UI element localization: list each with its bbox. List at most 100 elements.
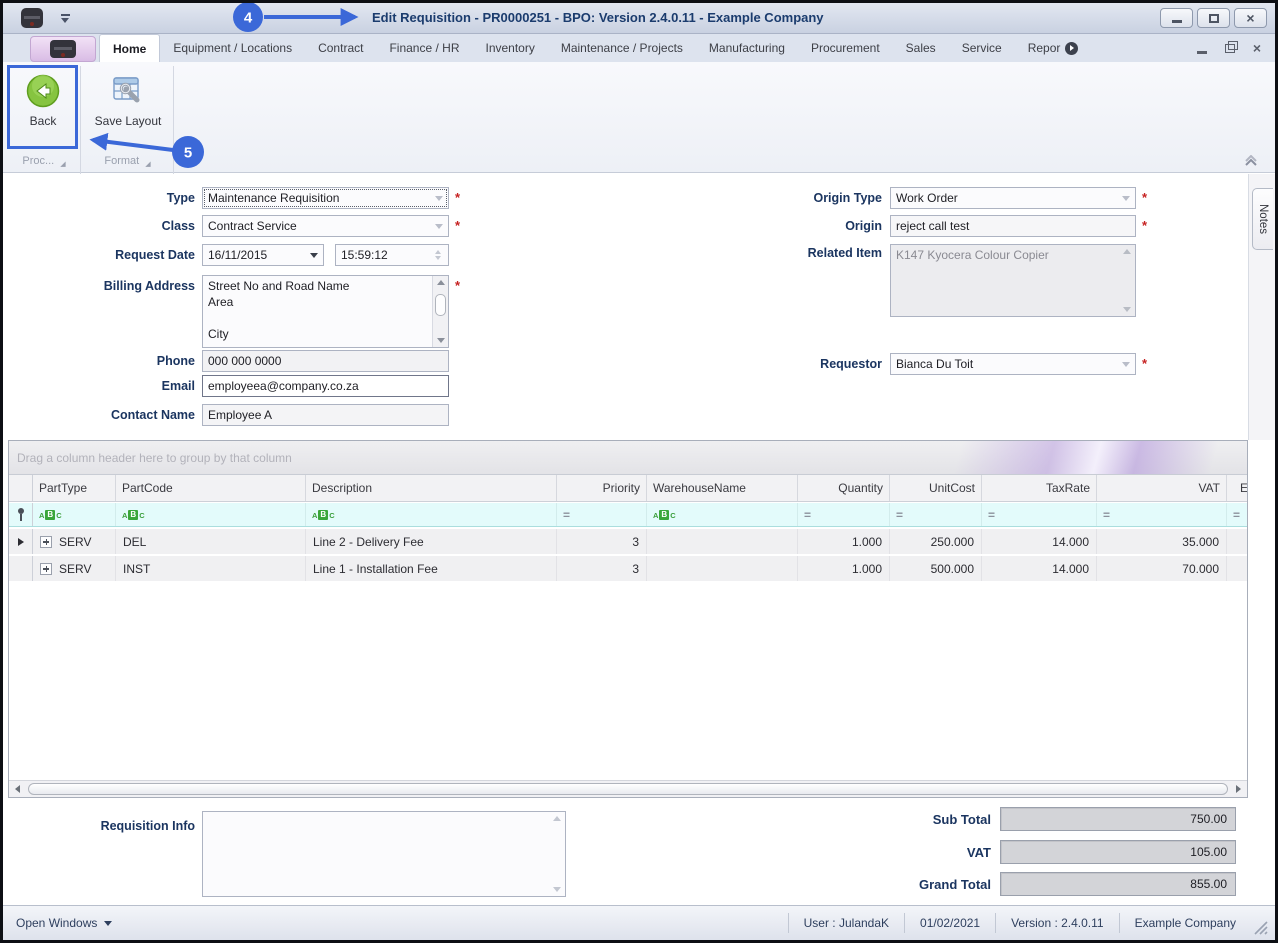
text-filter-icon[interactable]: ABC — [653, 509, 676, 520]
cell-exc[interactable] — [1227, 556, 1247, 581]
minimize-button[interactable] — [1160, 8, 1193, 28]
scroll-down-icon[interactable] — [437, 338, 445, 343]
cell-vat[interactable]: 70.000 — [1097, 556, 1227, 581]
collapse-ribbon-icon[interactable] — [1243, 154, 1259, 172]
chevron-down-icon[interactable] — [1119, 361, 1133, 367]
dialog-launcher-icon[interactable]: ◢ — [145, 160, 150, 168]
column-header-priority[interactable]: Priority — [557, 475, 647, 501]
scroll-right-icon[interactable] — [1230, 781, 1247, 797]
request-time-spinner[interactable]: 15:59:12 — [335, 244, 449, 266]
vertical-scrollbar[interactable] — [432, 276, 448, 347]
tab-manufacturing[interactable]: Manufacturing — [696, 34, 798, 62]
request-date-picker[interactable]: 16/11/2015 — [202, 244, 324, 266]
dialog-launcher-icon[interactable]: ◢ — [60, 160, 65, 168]
cell-priority[interactable]: 3 — [557, 556, 647, 581]
close-button[interactable]: × — [1234, 8, 1267, 28]
cell-description[interactable]: Line 1 - Installation Fee — [306, 556, 557, 581]
cell-exc[interactable] — [1227, 529, 1247, 554]
equals-filter-icon[interactable]: = — [988, 508, 995, 522]
chevron-down-icon[interactable] — [432, 223, 446, 229]
scroll-down-icon[interactable] — [553, 887, 561, 892]
filter-pin-icon[interactable] — [17, 508, 25, 521]
cell-priority[interactable]: 3 — [557, 529, 647, 554]
column-header-warehousename[interactable]: WarehouseName — [647, 475, 798, 501]
column-header-unitcost[interactable]: UnitCost — [890, 475, 982, 501]
tab-scroll-icon[interactable] — [1065, 41, 1079, 55]
cell-quantity[interactable]: 1.000 — [798, 529, 890, 554]
filter-cell-unitcost[interactable]: = — [890, 503, 982, 526]
tab-equipment-locations[interactable]: Equipment / Locations — [160, 34, 305, 62]
tab-inventory[interactable]: Inventory — [472, 34, 547, 62]
equals-filter-icon[interactable]: = — [804, 508, 811, 522]
mdi-minimize-icon[interactable] — [1196, 50, 1207, 54]
filter-cell-quantity[interactable]: = — [798, 503, 890, 526]
cell-description[interactable]: Line 2 - Delivery Fee — [306, 529, 557, 554]
equals-filter-icon[interactable]: = — [1103, 508, 1110, 522]
filter-cell-warehousename[interactable]: ABC — [647, 503, 798, 526]
cell-taxrate[interactable]: 14.000 — [982, 556, 1097, 581]
type-dropdown[interactable]: Maintenance Requisition — [202, 187, 449, 209]
column-header-description[interactable]: Description — [306, 475, 557, 501]
phone-field[interactable]: 000 000 0000 — [202, 350, 449, 372]
scroll-down-icon[interactable] — [1123, 307, 1131, 312]
equals-filter-icon[interactable]: = — [896, 508, 903, 522]
scroll-up-icon[interactable] — [1123, 249, 1131, 254]
equals-filter-icon[interactable]: = — [1233, 508, 1240, 522]
tab-procurement[interactable]: Procurement — [798, 34, 893, 62]
open-windows-button[interactable]: Open Windows — [3, 916, 113, 930]
spinner-icons[interactable] — [431, 250, 445, 260]
group-by-panel[interactable]: Drag a column header here to group by th… — [9, 441, 1247, 475]
cell-unitcost[interactable]: 500.000 — [890, 556, 982, 581]
mdi-restore-icon[interactable] — [1224, 40, 1238, 53]
tab-home[interactable]: Home — [99, 34, 161, 62]
chevron-down-icon[interactable] — [432, 195, 446, 201]
cell-unitcost[interactable]: 250.000 — [890, 529, 982, 554]
cell-warehousename[interactable] — [647, 556, 798, 581]
chevron-down-icon[interactable] — [307, 252, 321, 258]
chevron-down-icon[interactable] — [1119, 195, 1133, 201]
vertical-scrollbar[interactable] — [1119, 245, 1135, 316]
save-layout-button[interactable]: Save Layout — [85, 66, 171, 128]
vertical-scrollbar[interactable] — [549, 812, 565, 896]
expand-row-icon[interactable] — [40, 535, 52, 548]
back-button[interactable]: Back — [8, 66, 78, 128]
text-filter-icon[interactable]: ABC — [122, 509, 145, 520]
cell-quantity[interactable]: 1.000 — [798, 556, 890, 581]
scrollbar-thumb[interactable] — [28, 783, 1228, 795]
filter-cell-description[interactable]: ABC — [306, 503, 557, 526]
filter-cell-exc[interactable]: = — [1227, 503, 1247, 526]
horizontal-scrollbar[interactable] — [9, 780, 1247, 797]
mdi-close-icon[interactable]: × — [1253, 41, 1261, 55]
table-row[interactable]: SERV INST Line 1 - Installation Fee 3 1.000 5… — [9, 556, 1247, 583]
requisition-info-textarea[interactable] — [202, 811, 566, 897]
tab-finance-hr[interactable]: Finance / HR — [376, 34, 472, 62]
scroll-left-icon[interactable] — [9, 781, 26, 797]
cell-taxrate[interactable]: 14.000 — [982, 529, 1097, 554]
column-header-vat[interactable]: VAT — [1097, 475, 1227, 501]
column-header-parttype[interactable]: PartType — [33, 475, 116, 501]
expand-row-icon[interactable] — [40, 562, 52, 575]
email-field[interactable]: employeea@company.co.za — [202, 375, 449, 397]
column-header-exc[interactable]: Exc — [1227, 475, 1247, 501]
text-filter-icon[interactable]: ABC — [312, 509, 335, 520]
column-header-quantity[interactable]: Quantity — [798, 475, 890, 501]
filter-cell-parttype[interactable]: ABC — [33, 503, 116, 526]
application-button[interactable] — [30, 36, 96, 62]
class-dropdown[interactable]: Contract Service — [202, 215, 449, 237]
tab-maintenance-projects[interactable]: Maintenance / Projects — [548, 34, 696, 62]
cell-vat[interactable]: 35.000 — [1097, 529, 1227, 554]
filter-cell-partcode[interactable]: ABC — [116, 503, 306, 526]
origin-field[interactable]: reject call test — [890, 215, 1136, 237]
table-row[interactable]: SERV DEL Line 2 - Delivery Fee 3 1.000 250.00… — [9, 529, 1247, 556]
cell-warehousename[interactable] — [647, 529, 798, 554]
column-header-taxrate[interactable]: TaxRate — [982, 475, 1097, 501]
tab-notes[interactable]: Notes — [1252, 188, 1273, 250]
quick-access-dropdown-icon[interactable] — [61, 14, 71, 23]
filter-cell-vat[interactable]: = — [1097, 503, 1227, 526]
cell-parttype[interactable]: SERV — [33, 529, 116, 554]
scrollbar-thumb[interactable] — [435, 294, 446, 316]
cell-partcode[interactable]: DEL — [116, 529, 306, 554]
cell-partcode[interactable]: INST — [116, 556, 306, 581]
scroll-up-icon[interactable] — [437, 280, 445, 285]
tab-contract[interactable]: Contract — [305, 34, 376, 62]
